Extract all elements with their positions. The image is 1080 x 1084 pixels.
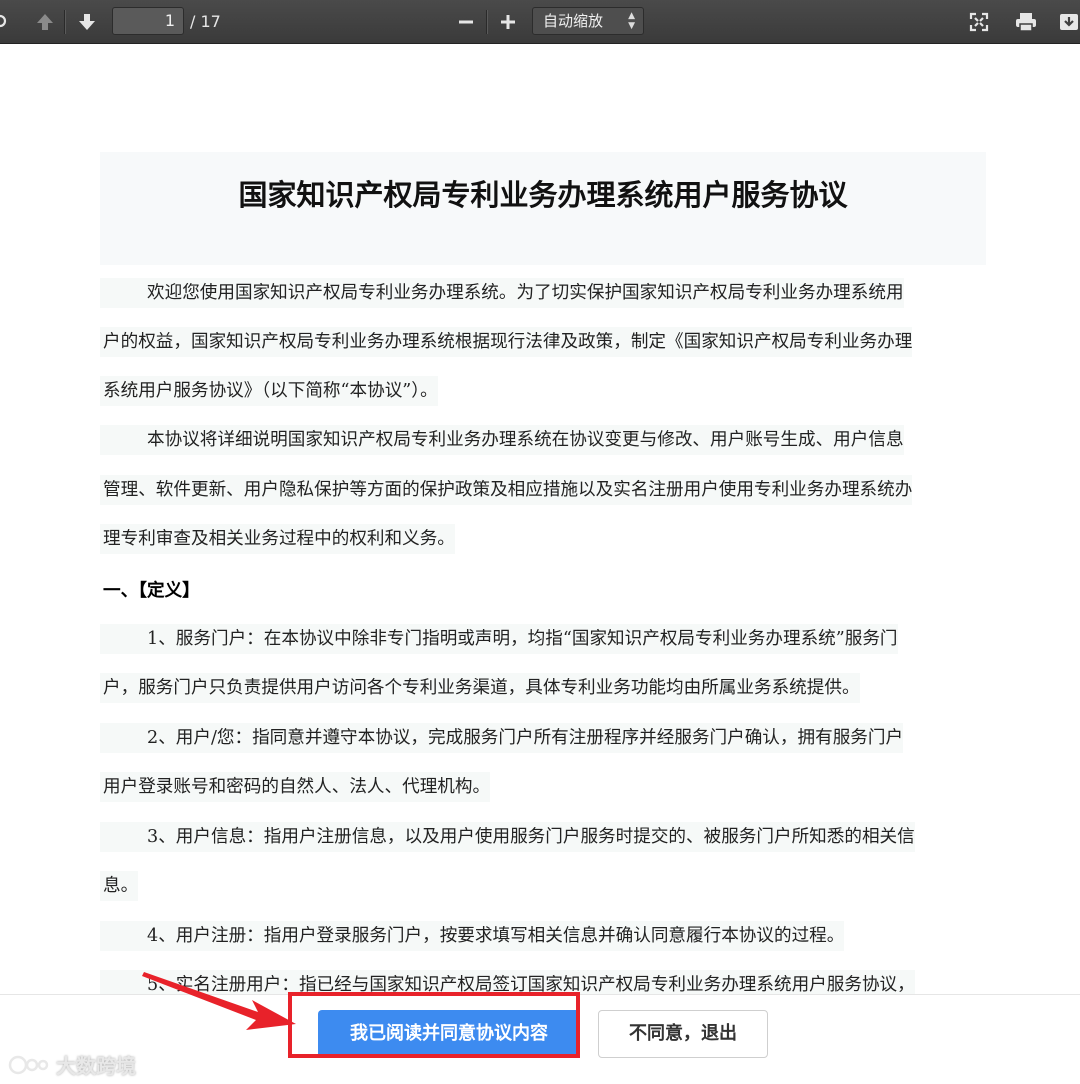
- zoom-out-icon[interactable]: [454, 0, 478, 44]
- paragraph-line: 户，服务门户只负责提供用户访问各个专利业务渠道，具体专利业务功能均由所属业务系统…: [100, 673, 860, 703]
- page-total-label: / 17: [190, 12, 221, 31]
- paragraph-line: 息。: [100, 871, 139, 901]
- paragraph-line: 用户登录账号和密码的自然人、法人、代理机构。: [100, 772, 491, 802]
- disagree-exit-button[interactable]: 不同意，退出: [598, 1010, 768, 1058]
- paragraph-line: 本协议将详细说明国家知识产权局专利业务办理系统在协议变更与修改、用户账号生成、用…: [100, 425, 904, 455]
- paragraph-line: 户的权益，国家知识产权局专利业务办理系统根据现行法律及政策，制定《国家知识产权局…: [100, 327, 913, 357]
- zoom-select-label: 自动缩放: [543, 12, 604, 30]
- paragraph-line: 3、用户信息：指用户注册信息，以及用户使用服务门户服务时提交的、被服务门户所知悉…: [100, 822, 915, 852]
- annotation-arrow-icon: [142, 972, 296, 1030]
- paragraph-line: 4、用户注册：指用户登录服务门户，按要求填写相关信息并确认同意履行本协议的过程。: [100, 921, 845, 951]
- paragraph-line: 理专利审查及相关业务过程中的权利和义务。: [100, 524, 455, 554]
- search-icon[interactable]: [0, 0, 12, 44]
- paragraph-line: 2、用户/您：指同意并遵守本协议，完成服务门户所有注册程序并经服务门户确认，拥有…: [100, 723, 904, 753]
- zoom-in-icon[interactable]: [496, 0, 520, 44]
- page-number-input[interactable]: 1: [112, 7, 184, 35]
- watermark-logo-icon: [8, 1055, 49, 1074]
- paragraph-line: 管理、软件更新、用户隐私保护等方面的保护政策及相应措施以及实名注册用户使用专利业…: [100, 475, 913, 505]
- toolbar-divider: [486, 10, 487, 34]
- section-heading: 一、【定义】: [103, 581, 200, 601]
- previous-page-icon[interactable]: [32, 0, 58, 44]
- fullscreen-icon[interactable]: [966, 0, 992, 44]
- chevron-up-down-icon: ▲ ▼: [628, 11, 635, 31]
- title-block: 国家知识产权局专利业务办理系统用户服务协议: [100, 152, 986, 265]
- paragraph-line: 系统用户服务协议》（以下简称“本协议”）。: [100, 376, 438, 406]
- watermark: 大数跨境: [8, 1050, 136, 1079]
- next-page-icon[interactable]: [74, 0, 100, 44]
- paragraph-line: 欢迎您使用国家知识产权局专利业务办理系统。为了切实保护国家知识产权局专利业务办理…: [100, 278, 904, 308]
- annotation-highlight-box: [288, 992, 580, 1058]
- paragraph-line: 1、服务门户：在本协议中除非专门指明或声明，均指“国家知识产权局专利业务办理系统…: [100, 624, 898, 654]
- print-icon[interactable]: [1012, 0, 1040, 44]
- pdf-page: 国家知识产权局专利业务办理系统用户服务协议 欢迎您使用国家知识产权局专利业务办理…: [100, 152, 986, 994]
- pdf-toolbar: 1 / 17 自动缩放 ▲ ▼: [0, 0, 1080, 44]
- document-title: 国家知识产权局专利业务办理系统用户服务协议: [238, 178, 848, 212]
- download-icon[interactable]: [1058, 0, 1080, 44]
- toolbar-divider: [64, 10, 65, 34]
- zoom-select[interactable]: 自动缩放 ▲ ▼: [532, 7, 644, 35]
- watermark-text: 大数跨境: [56, 1054, 136, 1078]
